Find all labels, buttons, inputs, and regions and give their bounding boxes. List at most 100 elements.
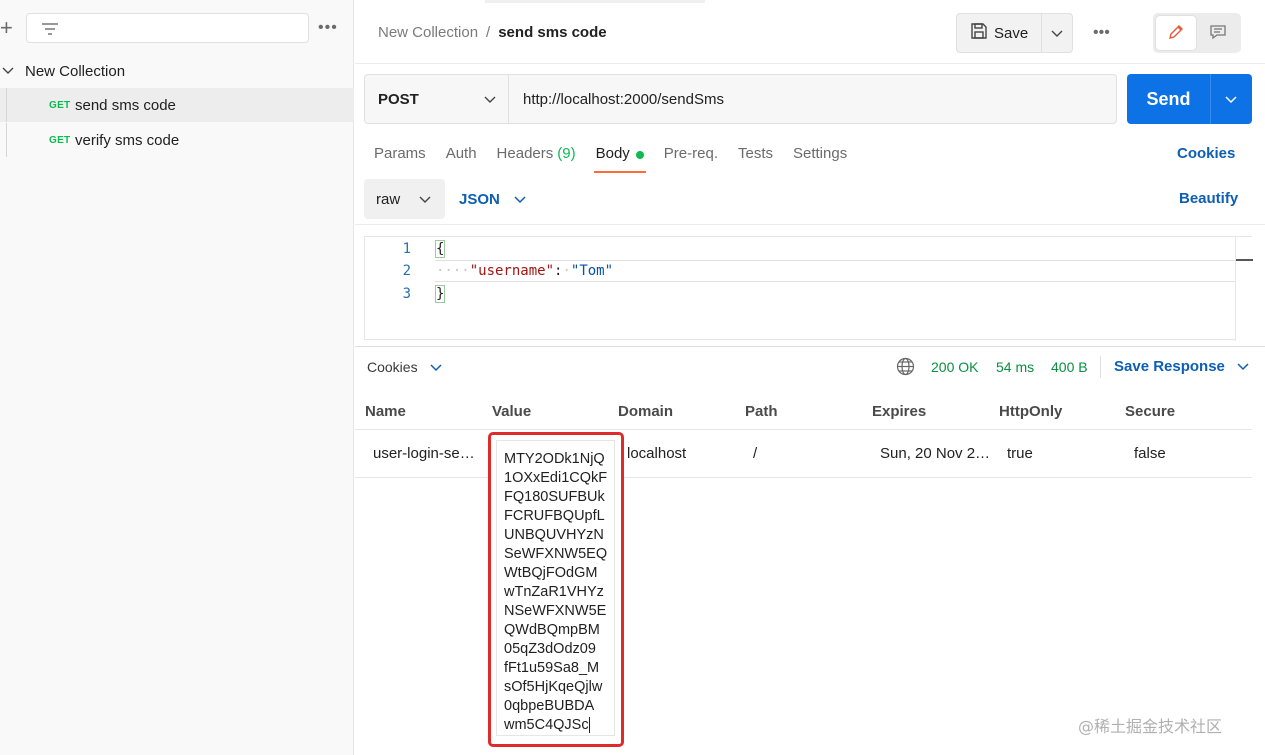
tree-guide <box>6 88 7 122</box>
filter-icon <box>41 21 59 40</box>
tab-pre-request[interactable]: Pre-req. <box>664 143 718 175</box>
value-line: wm5C4QJSc <box>504 717 590 733</box>
divider <box>355 346 1265 347</box>
brace-open: { <box>434 240 446 258</box>
save-response-label: Save Response <box>1114 358 1225 375</box>
save-dropdown-button[interactable] <box>1042 14 1072 52</box>
editor-scrollbar[interactable] <box>1235 237 1253 341</box>
column-header-name: Name <box>365 403 406 420</box>
chevron-down-icon <box>1051 25 1063 41</box>
request-bar: POST <box>364 74 1117 124</box>
cookie-name[interactable]: user-login-se… <box>373 445 485 462</box>
column-header-domain: Domain <box>618 403 674 420</box>
status-code[interactable]: 200 OK <box>931 359 978 375</box>
scrollbar-thumb[interactable] <box>1236 259 1253 261</box>
body-language-value: JSON <box>459 190 500 208</box>
tab-params[interactable]: Params <box>374 143 426 175</box>
column-header-httponly: HttpOnly <box>999 403 1063 420</box>
method-badge: GET <box>49 134 71 146</box>
chevron-down-icon <box>1225 91 1237 107</box>
send-button[interactable]: Send <box>1127 74 1211 124</box>
value-line: wTnZaR1VHYz <box>504 584 604 600</box>
tab-headers[interactable]: Headers (9) <box>497 143 576 175</box>
cookie-httponly[interactable]: true <box>1007 445 1033 462</box>
code-text: } <box>434 285 446 303</box>
value-line: fFt1u59Sa8_M <box>504 660 600 676</box>
value-line: UNBQUVHYzN <box>504 527 604 543</box>
whitespace-dot: · <box>562 263 571 279</box>
json-key: "username" <box>469 263 555 279</box>
sidebar-item-send-sms-code[interactable]: GET send sms code <box>0 88 354 122</box>
url-input[interactable] <box>509 75 1116 123</box>
send-group: Send <box>1127 74 1252 124</box>
filter-input[interactable] <box>26 13 309 43</box>
request-name: send sms code <box>75 96 176 114</box>
method-value: POST <box>378 90 419 108</box>
breadcrumb-separator: / <box>486 24 491 41</box>
tab-auth[interactable]: Auth <box>446 143 477 175</box>
column-header-value: Value <box>492 403 532 420</box>
breadcrumb: New Collection / send sms code <box>378 24 607 41</box>
more-options-icon[interactable]: ••• <box>1093 24 1117 48</box>
add-icon[interactable]: + <box>0 14 14 42</box>
method-select[interactable]: POST <box>365 75 509 123</box>
save-button[interactable]: Save <box>957 14 1043 52</box>
body-indicator-dot <box>635 151 644 159</box>
code-line-current: 2 ····"username":·"Tom" <box>403 260 1251 282</box>
value-line: FQ180SUFBUk <box>504 489 605 505</box>
save-response-button[interactable]: Save Response <box>1114 358 1249 375</box>
tab-label: Tests <box>737 145 773 162</box>
comments-mode-button[interactable] <box>1198 16 1238 50</box>
chevron-down-icon <box>484 91 496 108</box>
beautify-link[interactable]: Beautify <box>1179 190 1238 207</box>
brace-close: } <box>434 285 446 303</box>
sidebar-toolbar: + ••• <box>0 0 354 52</box>
code-text: { <box>434 240 446 258</box>
method-badge: GET <box>49 99 71 111</box>
cookie-path[interactable]: / <box>753 445 757 462</box>
body-mode-value: raw <box>376 190 401 208</box>
body-language-select[interactable]: JSON <box>459 179 526 219</box>
globe-icon[interactable] <box>896 357 915 379</box>
breadcrumb-parent[interactable]: New Collection <box>378 24 478 41</box>
cookie-domain[interactable]: localhost <box>627 445 686 462</box>
request-name: verify sms code <box>75 131 180 149</box>
json-value: "Tom" <box>570 263 614 279</box>
indent-dots: ···· <box>436 263 470 279</box>
chevron-down-icon <box>419 191 431 208</box>
tab-label: Params <box>374 145 426 162</box>
code-line: 3 } <box>365 283 1235 305</box>
breadcrumb-current[interactable]: send sms code <box>498 24 606 41</box>
cookie-secure[interactable]: false <box>1134 445 1166 462</box>
value-line: 0qbpeBUBDA <box>504 698 595 714</box>
sidebar-item-verify-sms-code[interactable]: GET verify sms code <box>0 123 354 157</box>
cookies-link[interactable]: Cookies <box>1177 145 1235 162</box>
tab-label: Body <box>595 145 630 162</box>
response-time[interactable]: 54 ms <box>996 359 1034 375</box>
divider <box>1100 356 1101 378</box>
tree-guide <box>6 123 7 157</box>
tab-tests[interactable]: Tests <box>738 143 773 175</box>
code-line: 1 { <box>365 238 1235 260</box>
cookie-value-field[interactable]: MTY2ODk1NjQ 1OXxEdi1CQkF FQ180SUFBUk FCR… <box>496 440 615 736</box>
response-size[interactable]: 400 B <box>1051 359 1088 375</box>
edit-mode-button[interactable] <box>1156 16 1196 50</box>
collection-item[interactable]: New Collection <box>0 56 354 86</box>
tab-label: Settings <box>793 145 848 162</box>
send-dropdown-button[interactable] <box>1211 74 1251 124</box>
sidebar-more-icon[interactable]: ••• <box>318 14 342 42</box>
response-tab-label: Cookies <box>367 359 418 375</box>
value-line: sOf5HjKqeQjlw <box>504 679 603 695</box>
cookie-expires[interactable]: Sun, 20 Nov 2… <box>880 445 992 462</box>
headers-count: (9) <box>557 145 576 162</box>
save-label: Save <box>994 24 1029 42</box>
tab-body[interactable]: Body <box>593 143 647 175</box>
tab-label: Pre-req. <box>663 145 718 162</box>
response-tab-select[interactable]: Cookies <box>367 358 442 376</box>
code-editor[interactable]: 1 { 2 ····"username":·"Tom" 3 } <box>364 236 1253 341</box>
chevron-down-icon[interactable] <box>0 67 20 75</box>
body-mode-select[interactable]: raw <box>364 179 445 219</box>
tab-settings[interactable]: Settings <box>793 143 847 175</box>
comment-icon <box>1209 23 1227 44</box>
chevron-down-icon <box>430 359 442 375</box>
